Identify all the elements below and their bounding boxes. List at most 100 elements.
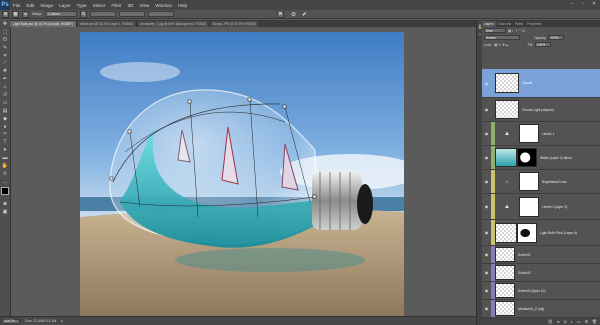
eyedropper-tool-icon[interactable]: ⁄ (0, 59, 10, 67)
add-mask-icon[interactable]: ◘ (564, 319, 566, 324)
screen-mode-icon[interactable]: ▣ (0, 208, 10, 216)
cancel-transform-icon[interactable]: ⊘ (291, 11, 296, 18)
layer-row[interactable]: ◉ Surfer02 (482, 264, 600, 282)
fill-field[interactable]: 100% (534, 42, 551, 47)
filter-icons[interactable]: ▦ ◐ T ⬚ ⊡ (508, 29, 525, 33)
visibility-eye-icon[interactable]: ◉ (482, 179, 491, 184)
visibility-eye-icon[interactable]: ◉ (482, 230, 491, 235)
document-canvas[interactable] (80, 32, 404, 325)
path-select-tool-icon[interactable]: ➤ (0, 146, 10, 154)
layer-row[interactable]: ◉ ☼ Brightness/Contr... (482, 170, 600, 194)
history-brush-tool-icon[interactable]: ↺ (0, 91, 10, 99)
eraser-tool-icon[interactable]: ▭ (0, 99, 10, 107)
new-layer-icon[interactable]: ⊞ (585, 319, 588, 324)
link-layers-icon[interactable]: ⛓ (548, 319, 553, 324)
brush-tool-icon[interactable]: ✒ (0, 75, 10, 83)
menu-view[interactable]: View (136, 3, 152, 8)
lasso-tool-icon[interactable]: ʘ (0, 36, 10, 44)
menu-window[interactable]: Window (152, 3, 174, 8)
bend-field[interactable] (90, 11, 116, 17)
visibility-eye-icon[interactable]: ◉ (482, 270, 491, 275)
layer-row[interactable]: ◉ Clouds Light (objects) (482, 98, 600, 122)
adjustment-icon[interactable]: ◐ (570, 319, 572, 324)
new-group-icon[interactable]: ▭ (577, 319, 581, 324)
layer-name: Clouds (522, 81, 533, 85)
menu-layer[interactable]: Layer (56, 3, 74, 8)
visibility-eye-icon[interactable]: ◉ (482, 204, 491, 209)
layer-row[interactable]: ◉ Surfer01 (482, 246, 600, 264)
opacity-field[interactable]: 100% (548, 35, 565, 40)
filter-kind-select[interactable]: Kind (484, 28, 506, 33)
visibility-eye-icon[interactable]: ◉ (482, 131, 491, 136)
pen-tool-icon[interactable]: ✑ (0, 130, 10, 138)
menu-filter[interactable]: Filter (108, 3, 124, 8)
commit-transform-icon[interactable]: ✔ (302, 11, 307, 18)
photoshop-logo: Ps (0, 0, 10, 10)
tab-paths[interactable]: Paths (513, 21, 525, 27)
layer-style-icon[interactable]: fx (557, 319, 560, 324)
status-menu-arrow-icon[interactable]: ▸ (61, 319, 63, 323)
blur-tool-icon[interactable]: ◆ (0, 115, 10, 123)
hand-tool-icon[interactable]: ✋ (0, 162, 10, 170)
layer-row[interactable]: ◉ Clouds (482, 69, 600, 98)
visibility-eye-icon[interactable]: ◉ (482, 252, 491, 257)
dodge-tool-icon[interactable]: ● (0, 123, 10, 131)
change-orientation-icon[interactable]: ⇅ (80, 10, 87, 18)
menu-edit[interactable]: Edit (23, 3, 37, 8)
menu-file[interactable]: File (10, 3, 23, 8)
marquee-tool-icon[interactable]: ⬚ (0, 28, 10, 36)
tab-channels[interactable]: Channels (496, 21, 513, 27)
layer-name: Surfer01 (518, 252, 531, 257)
delete-layer-icon[interactable]: 🗑︎ (592, 319, 597, 324)
layer-row[interactable]: ◉ Water (Layer 2) blend (482, 146, 600, 170)
menu-3d[interactable]: 3D (125, 3, 137, 8)
visibility-eye-icon[interactable]: ◉ (482, 288, 491, 293)
quick-select-tool-icon[interactable]: ✎ (0, 44, 10, 52)
layer-row[interactable]: ◉ windsurfer_2 (obj) (482, 300, 600, 318)
tab-properties[interactable]: Properties (525, 21, 544, 27)
tab-windsurfer[interactable]: windsurfer_4.jpg @ 50% (Background, RGB/… (137, 21, 211, 27)
toggle-warp-icon[interactable]: ⌗ (22, 10, 29, 18)
foreground-color-swatch[interactable] (0, 186, 11, 200)
healing-brush-tool-icon[interactable]: ✚ (0, 67, 10, 75)
visibility-eye-icon[interactable]: ◉ (482, 81, 491, 86)
clone-stamp-tool-icon[interactable]: ⊥ (0, 83, 10, 91)
menu-select[interactable]: Select (90, 3, 109, 8)
layer-row[interactable]: ◉ Light Bulb Pivot (Layer 4) (482, 220, 600, 246)
shape-tool-icon[interactable]: ▬ (0, 154, 10, 162)
type-tool-icon[interactable]: T (0, 138, 10, 146)
transform-tool-icon[interactable]: ⊞ (2, 10, 9, 18)
maximize-button[interactable]: ▫ (579, 1, 587, 8)
visibility-eye-icon[interactable]: ◉ (482, 155, 491, 160)
warp-mode-icon[interactable]: ⌘ (277, 10, 284, 18)
h-distortion-field[interactable] (119, 11, 145, 17)
more-tools-icon[interactable]: … (0, 178, 10, 186)
layer-filter-row: Kind ▦ ◐ T ⬚ ⊡ (482, 27, 600, 34)
tab-layers[interactable]: Layers (482, 21, 496, 27)
close-button[interactable]: ✕ (590, 1, 598, 8)
layer-row[interactable]: ◉ ⛰ Levels 2 (layer 3) (482, 194, 600, 220)
tab-beach[interactable]: Beach.JPG @ 33.3% (RGB/8) (210, 21, 260, 27)
tab-water[interactable]: Water.psd @ 33.3% (Layer 1, RGB/8) (76, 21, 138, 27)
menu-type[interactable]: Type (74, 3, 90, 8)
lock-icons[interactable]: ▦ ✎ ✥ 🔒︎ (494, 43, 508, 47)
tab-light-bulb[interactable]: Light Bulb.psd @ 16.7% (Clouds, RGB/8*) (10, 21, 77, 27)
move-tool-icon[interactable]: ✥ (0, 20, 10, 28)
quick-mask-icon[interactable]: ◙ (0, 200, 10, 208)
minimize-button[interactable]: – (568, 1, 576, 8)
zoom-level-field[interactable]: 16.67% (2, 318, 20, 324)
visibility-eye-icon[interactable]: ◉ (482, 306, 491, 311)
gradient-tool-icon[interactable]: ▤ (0, 107, 10, 115)
menu-help[interactable]: Help (175, 3, 190, 8)
options-bar: ⊞ ▦ ⌗ Warp: Custom ⇅ ⌘ ⊘ ✔ (0, 10, 600, 19)
layer-row[interactable]: ◉ ⛰ Levels 1 (482, 122, 600, 146)
menu-image[interactable]: Image (37, 3, 56, 8)
blend-mode-select[interactable]: Screen (484, 35, 520, 40)
warp-style-select[interactable]: Custom (45, 11, 77, 17)
zoom-tool-icon[interactable]: ⚲ (0, 170, 10, 178)
layer-row[interactable]: ◉ Surfer03 (layer 10) (482, 282, 600, 300)
v-distortion-field[interactable] (148, 11, 174, 17)
visibility-eye-icon[interactable]: ◉ (482, 107, 491, 112)
crop-tool-icon[interactable]: ⌗ (0, 52, 10, 60)
reference-point-icon[interactable]: ▦ (12, 10, 19, 18)
